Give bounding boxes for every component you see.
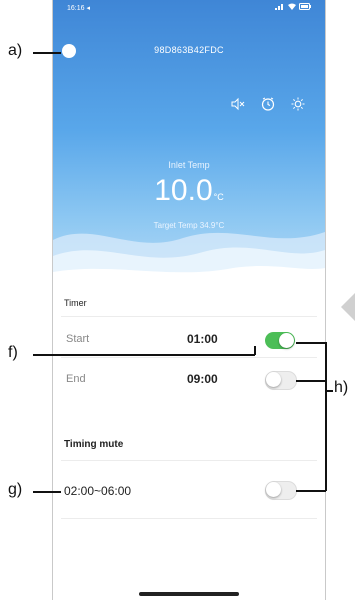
timing-mute-toggle[interactable] bbox=[265, 481, 297, 500]
timer-end-label: End bbox=[66, 373, 86, 385]
callout-h-line-start bbox=[296, 342, 326, 344]
divider bbox=[61, 357, 317, 358]
battery-icon bbox=[299, 3, 311, 10]
callout-g-line bbox=[33, 491, 61, 493]
callout-h-connector bbox=[325, 390, 333, 392]
header-actions bbox=[231, 97, 305, 111]
mute-speaker-icon[interactable] bbox=[231, 97, 245, 111]
callout-h-label: h) bbox=[334, 379, 349, 396]
callout-f-label: f) bbox=[8, 344, 18, 361]
wifi-icon bbox=[288, 3, 296, 10]
status-icons bbox=[275, 3, 311, 10]
phone-screen: 16:16 ◂ 98D863B42FDC Inlet Temp 10.0°C T… bbox=[52, 0, 326, 600]
wave-decoration bbox=[53, 232, 325, 290]
timer-start-toggle[interactable] bbox=[265, 332, 295, 349]
inlet-temp-value: 10.0°C bbox=[53, 175, 325, 207]
callout-f-line bbox=[33, 354, 255, 356]
callout-h-line-end bbox=[296, 380, 326, 382]
callout-g-label: g) bbox=[8, 481, 23, 498]
callout-f-tick bbox=[254, 346, 256, 355]
clock-icon[interactable] bbox=[261, 97, 275, 111]
callout-a-line bbox=[33, 52, 61, 54]
status-time: 16:16 ◂ bbox=[67, 5, 90, 12]
device-id-title: 98D863B42FDC bbox=[154, 45, 224, 55]
brightness-icon[interactable] bbox=[291, 97, 305, 111]
divider bbox=[61, 518, 317, 519]
home-indicator bbox=[139, 592, 239, 596]
inlet-temp-label: Inlet Temp bbox=[168, 160, 210, 170]
timing-mute-range[interactable]: 02:00~06:00 bbox=[64, 484, 131, 498]
callout-h-vertical bbox=[325, 342, 327, 491]
divider bbox=[61, 316, 317, 317]
timer-end-time[interactable]: 09:00 bbox=[187, 372, 218, 386]
divider bbox=[61, 460, 317, 461]
hero-panel: 16:16 ◂ 98D863B42FDC Inlet Temp 10.0°C T… bbox=[53, 0, 325, 290]
page-arrow-decoration bbox=[341, 293, 355, 321]
timer-end-toggle[interactable] bbox=[265, 371, 297, 390]
temperature-unit: °C bbox=[213, 192, 224, 202]
callout-h-line-mute bbox=[296, 490, 326, 492]
callout-a-label: a) bbox=[8, 42, 23, 59]
timer-start-time[interactable]: 01:00 bbox=[187, 332, 218, 346]
signal-icon bbox=[275, 4, 283, 10]
timer-section-title: Timer bbox=[64, 298, 87, 308]
timing-mute-title: Timing mute bbox=[64, 439, 124, 450]
timer-start-label: Start bbox=[66, 333, 90, 345]
temperature-number: 10.0 bbox=[154, 174, 213, 207]
status-bar: 16:16 ◂ bbox=[67, 2, 311, 18]
